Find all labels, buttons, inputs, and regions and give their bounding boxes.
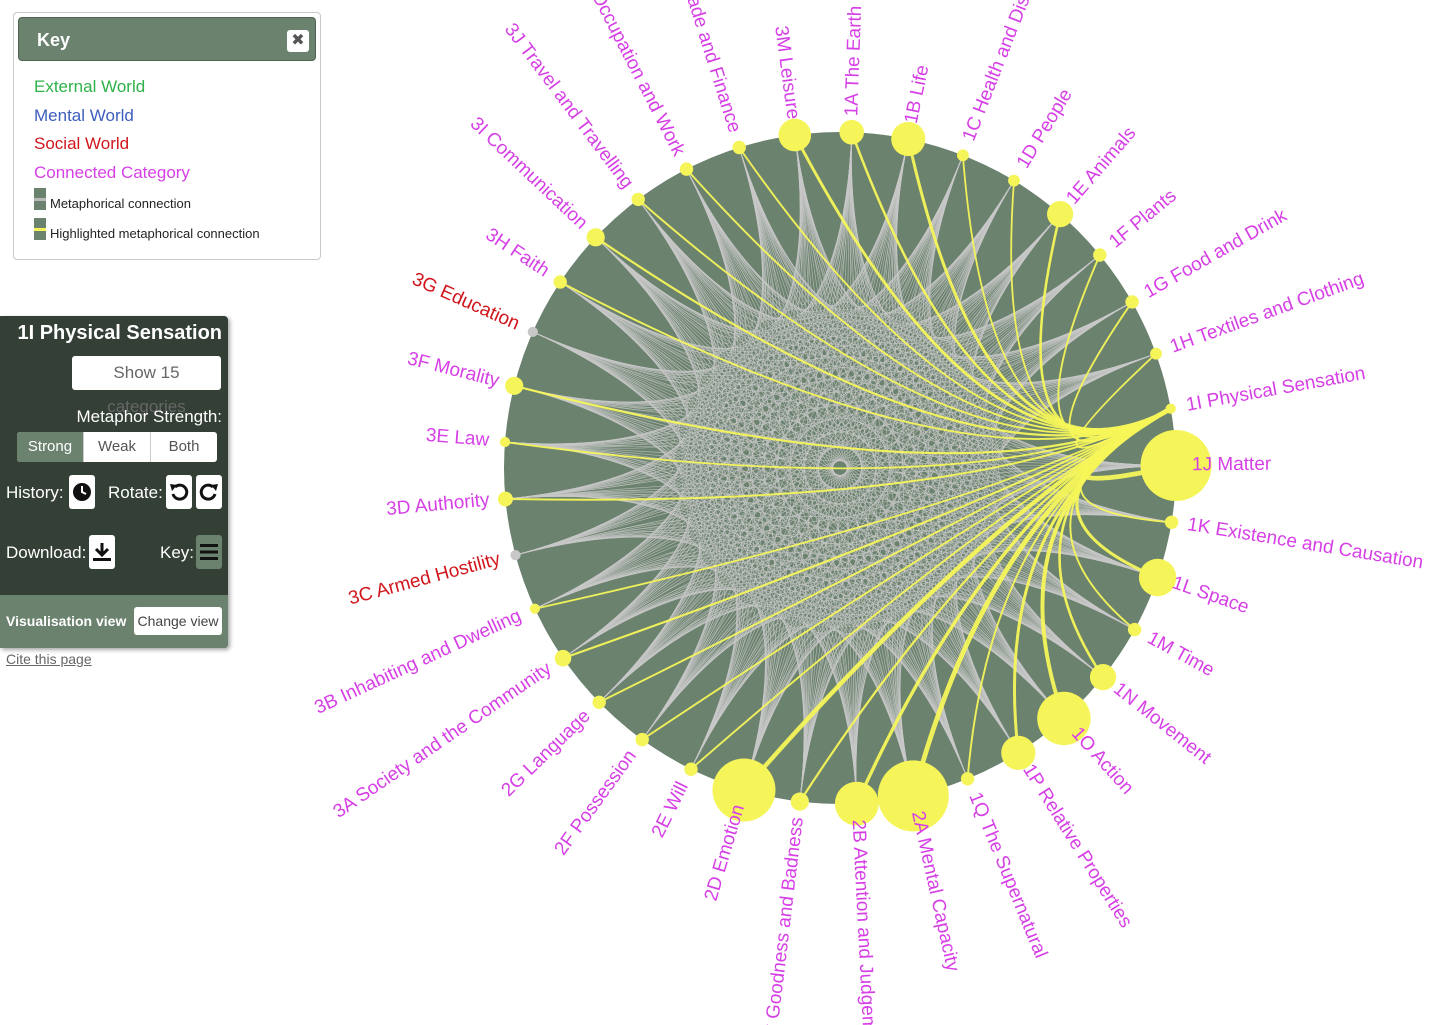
node-1f-plants[interactable] (1093, 248, 1107, 262)
node-3i-communication[interactable] (586, 228, 605, 247)
node-3g-education[interactable] (527, 326, 538, 337)
label-1g-food-and-drink[interactable]: 1G Food and Drink (1141, 205, 1291, 303)
node-3d-authority[interactable] (497, 491, 513, 507)
node-1k-existence-and-causation[interactable] (1164, 515, 1179, 529)
label-3l-trade-and-finance[interactable]: 3L Trade and Finance (670, 0, 745, 135)
rotate-label: Rotate: (108, 483, 163, 502)
node-1h-textiles-and-clothing[interactable] (1150, 347, 1162, 360)
cite-link[interactable]: Cite this page (6, 651, 92, 667)
node-1b-life[interactable] (891, 121, 926, 157)
node-3c-armed-hostility[interactable] (510, 550, 521, 561)
node-1d-people[interactable] (1008, 174, 1020, 187)
key-header: Key ✖ (18, 17, 316, 61)
strength-label: Metaphor Strength: (76, 407, 222, 426)
strength-both-button[interactable]: Both (150, 432, 217, 462)
label-3e-law[interactable]: 3E Law (425, 425, 490, 451)
label-1q-the-supernatural[interactable]: 1Q The Supernatural (964, 789, 1051, 961)
label-1l-space[interactable]: 1L Space (1170, 572, 1252, 618)
metaphorical-swatch-icon (34, 188, 46, 210)
node-2c-goodness-and-badness[interactable] (790, 792, 809, 811)
strength-strong-button[interactable]: Strong (17, 432, 83, 462)
key-external-world: External World (34, 77, 146, 96)
rotate-right-icon (199, 483, 218, 501)
node-2g-language[interactable] (592, 695, 606, 709)
node-1q-the-supernatural[interactable] (960, 772, 975, 786)
key-panel: Key ✖ External World Mental World Social… (13, 12, 321, 260)
key-mental-world: Mental World (34, 106, 134, 125)
node-3h-faith[interactable] (553, 275, 567, 289)
label-1o-action[interactable]: 1O Action (1067, 723, 1138, 798)
view-bar: Visualisation view Change view (0, 595, 228, 648)
view-label: Visualisation view (6, 613, 127, 629)
node-1e-animals[interactable] (1047, 201, 1074, 228)
node-3e-law[interactable] (499, 436, 511, 448)
rotate-right-button[interactable] (196, 475, 222, 509)
node-3j-travel-and-travelling[interactable] (631, 192, 645, 207)
label-1i-physical-sensation[interactable]: 1I Physical Sensation (1185, 363, 1368, 416)
rotate-left-icon (170, 483, 189, 501)
label-3m-leisure[interactable]: 3M Leisure (770, 25, 803, 121)
node-3m-leisure[interactable] (778, 118, 812, 152)
rotate-left-button[interactable] (166, 475, 192, 509)
label-1e-animals[interactable]: 1E Animals (1062, 123, 1140, 209)
clock-icon (73, 483, 91, 501)
label-1a-the-earth[interactable]: 1A The Earth (841, 5, 866, 116)
download-icon (93, 543, 111, 561)
node-3a-society-and-the-community[interactable] (554, 649, 572, 667)
node-1a-the-earth[interactable] (839, 119, 864, 145)
label-1f-plants[interactable]: 1F Plants (1105, 185, 1180, 252)
label-1h-textiles-and-clothing[interactable]: 1H Textiles and Clothing (1167, 268, 1366, 357)
key-label: Key: (160, 543, 195, 562)
node-2f-possession[interactable] (635, 732, 649, 747)
node-2e-will[interactable] (684, 762, 698, 776)
node-3f-morality[interactable] (505, 376, 524, 395)
key-metaphorical-label: Metaphorical connection (50, 196, 191, 211)
label-1m-time[interactable]: 1M Time (1144, 628, 1218, 681)
key-highlighted-label: Highlighted metaphorical connection (50, 226, 260, 241)
download-button[interactable] (89, 535, 115, 569)
history-label: History: (6, 483, 64, 502)
label-2g-language[interactable]: 2G Language (497, 706, 594, 801)
key-social-world: Social World (34, 134, 130, 153)
close-icon[interactable]: ✖ (287, 30, 309, 52)
panel-title: 1I Physical Sensation (17, 322, 222, 344)
label-2f-possession[interactable]: 2F Possession (551, 746, 641, 859)
label-3d-authority[interactable]: 3D Authority (385, 490, 490, 521)
label-2a-mental-capacity[interactable]: 2A Mental Capacity (907, 809, 963, 974)
node-3l-trade-and-finance[interactable] (732, 140, 746, 155)
node-1m-time[interactable] (1127, 622, 1142, 637)
history-button[interactable] (69, 475, 95, 509)
label-3h-faith[interactable]: 3H Faith (482, 224, 553, 281)
label-1d-people[interactable]: 1D People (1013, 85, 1077, 172)
node-1i-physical-sensation[interactable] (1165, 403, 1176, 414)
label-3g-education[interactable]: 3G Education (409, 269, 523, 335)
label-1j-matter[interactable]: 1J Matter (1192, 454, 1272, 476)
node-3b-inhabiting-and-dwelling[interactable] (529, 603, 541, 614)
label-1b-life[interactable]: 1B Life (901, 63, 934, 125)
node-1n-movement[interactable] (1089, 664, 1117, 691)
label-3i-communication[interactable]: 3I Communication (466, 113, 592, 233)
download-label: Download: (6, 543, 87, 562)
label-1n-movement[interactable]: 1N Movement (1109, 679, 1215, 769)
label-2c-goodness-and-badness[interactable]: 2C Goodness and Badness (759, 816, 808, 1025)
label-2e-will[interactable]: 2E Will (648, 779, 693, 841)
label-3f-morality[interactable]: 3F Morality (405, 348, 502, 391)
menu-icon (200, 544, 218, 560)
strength-toggle: Strong Weak Both (17, 432, 217, 462)
node-3k-occupation-and-work[interactable] (679, 162, 694, 176)
label-1k-existence-and-causation[interactable]: 1K Existence and Causation (1186, 514, 1425, 573)
key-connected-category: Connected Category (34, 163, 190, 182)
node-1g-food-and-drink[interactable] (1125, 295, 1139, 309)
node-1c-health-and-disease[interactable] (957, 149, 969, 162)
show-categories-button[interactable]: Show 15 categories (72, 356, 221, 416)
label-2d-emotion[interactable]: 2D Emotion (701, 802, 749, 903)
label-2b-attention-and-judgement[interactable]: 2B Attention and Judgement (848, 819, 881, 1025)
highlighted-swatch-icon (34, 218, 46, 240)
key-toggle-button[interactable] (196, 535, 222, 569)
strength-weak-button[interactable]: Weak (83, 432, 150, 462)
change-view-button[interactable]: Change view (134, 607, 222, 635)
key-title: Key (37, 30, 71, 50)
control-panel: 1I Physical Sensation Show 15 categories… (0, 316, 228, 648)
label-3c-armed-hostility[interactable]: 3C Armed Hostility (346, 549, 503, 610)
